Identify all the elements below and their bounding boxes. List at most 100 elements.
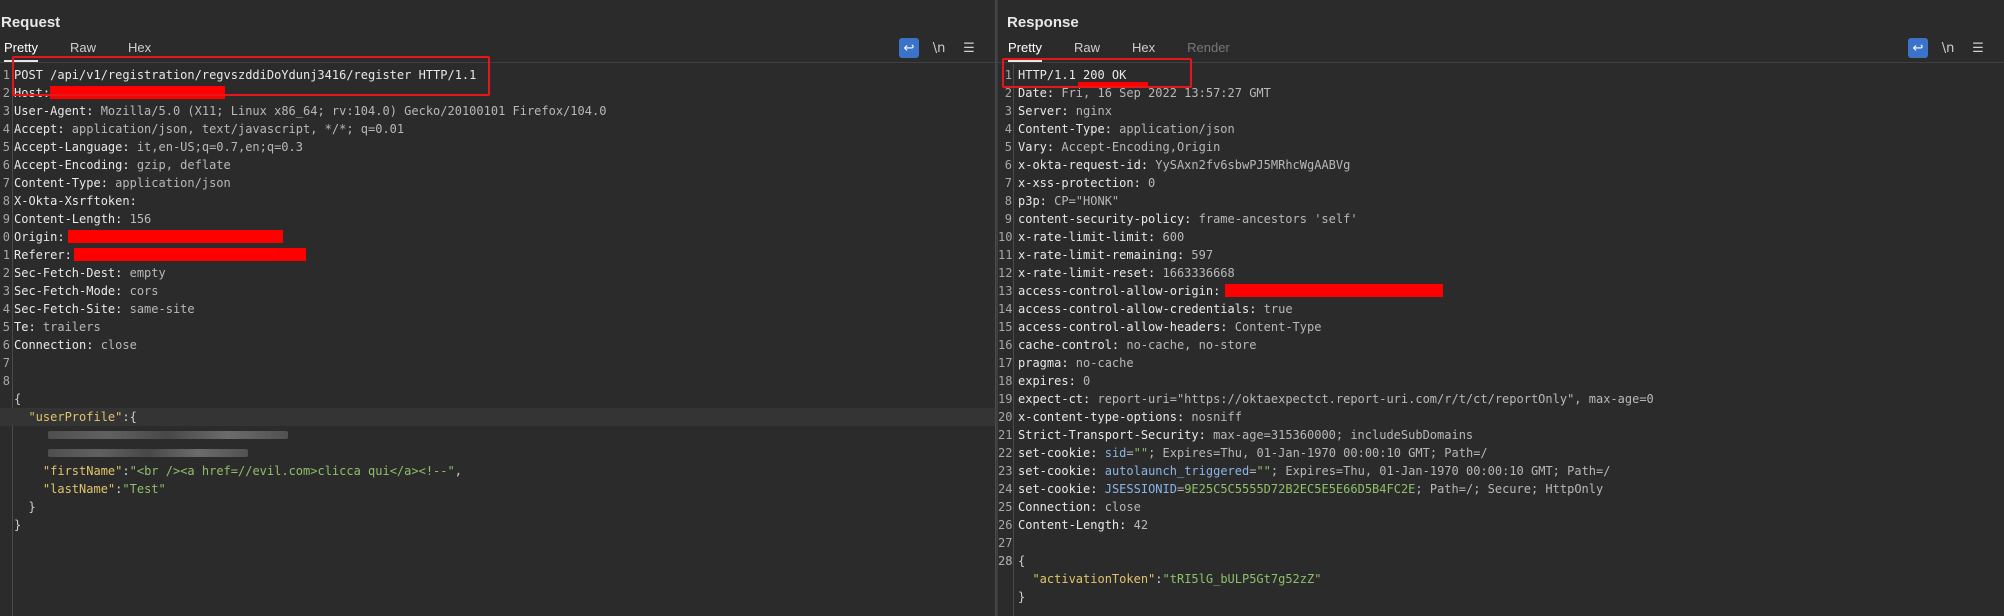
header-key: access-control-allow-origin: — [1018, 284, 1221, 298]
line-content: Connection: close — [1018, 498, 1141, 516]
code-line: 7 x-xss-protection: 0 — [998, 174, 2004, 192]
code-line: "userProfile":{ — [0, 408, 995, 426]
line-content: Accept-Encoding: gzip, deflate — [14, 156, 231, 174]
header-key: x-okta-request-id: — [1018, 158, 1149, 172]
menu-icon[interactable]: ☰ — [959, 38, 979, 58]
wrap-icon[interactable]: ↩ — [1908, 38, 1928, 58]
code-line: 8 X-Okta-Xsrftoken: — [0, 192, 995, 210]
header-value: 597 — [1184, 248, 1214, 262]
line-content: Vary: Accept-Encoding,Origin — [1018, 138, 1220, 156]
json-key: "userProfile" — [28, 410, 123, 424]
header-value: it,en-US;q=0.7,en;q=0.3 — [129, 140, 303, 154]
header-key: Sec-Fetch-Site: — [14, 302, 123, 316]
response-title: Response — [1007, 14, 1079, 31]
line-number: 24 — [998, 482, 1012, 496]
redaction — [68, 230, 283, 243]
header-value: nosniff — [1184, 410, 1242, 424]
header-key: Connection: — [14, 338, 94, 352]
line-number: 1 — [2, 248, 10, 262]
line-number: 22 — [998, 446, 1012, 460]
json-brace: } — [28, 500, 36, 514]
line-number: 20 — [998, 410, 1012, 424]
header-key: Accept: — [14, 122, 65, 136]
header-value: close — [1097, 500, 1141, 514]
code-line: 22 set-cookie: sid=""; Expires=Thu, 01-Ja… — [998, 444, 2004, 462]
line-content: "firstName":"<br /><a href=//evil.com>cl… — [42, 464, 462, 478]
header-value: application/json — [1111, 122, 1235, 136]
newline-toggle[interactable]: \n — [929, 38, 949, 58]
line-number: 15 — [998, 320, 1012, 334]
line-number: 14 — [998, 302, 1012, 316]
header-value: 0 — [1140, 176, 1156, 190]
header-key: X-Okta-Xsrftoken: — [14, 194, 137, 208]
header-value: 600 — [1155, 230, 1185, 244]
header-key: Content-Type: — [1018, 122, 1112, 136]
line-content: access-control-allow-origin: — [1018, 282, 1220, 300]
header-value: close — [93, 338, 137, 352]
header-value: Fri, 16 Sep 2022 13:57:27 GMT — [1054, 86, 1271, 100]
header-key: Date: — [1018, 86, 1055, 100]
header-value: CP="HONK" — [1046, 194, 1120, 208]
line-content: } — [14, 516, 21, 534]
newline-toggle[interactable]: \n — [1938, 38, 1958, 58]
code-line: { — [0, 390, 995, 408]
code-line: 27 — [998, 534, 2004, 552]
header-key: Vary: — [1018, 140, 1055, 154]
code-line: 9 content-security-policy: frame-ancestor… — [998, 210, 2004, 228]
line-number: 8 — [2, 374, 10, 388]
code-line: 7 — [0, 354, 995, 372]
redaction — [74, 248, 306, 261]
code-line: "activationToken":"tRI5lG_bULP5Gt7g52zZ" — [998, 570, 2004, 588]
response-toolbar: ↩ \n ☰ — [1908, 38, 1988, 58]
header-key: x-rate-limit-reset: — [1018, 266, 1156, 280]
code-line: 10 x-rate-limit-limit: 600 — [998, 228, 2004, 246]
header-value: frame-ancestors 'self' — [1191, 212, 1358, 226]
code-line: 19 expect-ct: report-uri="https://oktaexp… — [998, 390, 2004, 408]
header-key: set-cookie: — [1018, 446, 1098, 460]
code-line: 16 cache-control: no-cache, no-store — [998, 336, 2004, 354]
menu-icon[interactable]: ☰ — [1968, 38, 1988, 58]
header-key: pragma: — [1018, 356, 1069, 370]
request-title: Request — [1, 14, 61, 31]
header-key: Server: — [1018, 104, 1069, 118]
header-value: YySAxn2fv6sbwPJ5MRhcWgAABVg — [1148, 158, 1351, 172]
header-value: 1663336668 — [1155, 266, 1235, 280]
code-line: 28 { — [998, 552, 2004, 570]
header-key: access-control-allow-credentials: — [1018, 302, 1257, 316]
highlight-box — [12, 56, 490, 96]
line-content: set-cookie: sid=""; Expires=Thu, 01-Jan-… — [1018, 444, 1488, 462]
code-line: 3 Server: nginx — [998, 102, 2004, 120]
code-line: 9 Content-Length: 156 — [0, 210, 995, 228]
header-value: application/json, text/javascript, */*; … — [64, 122, 405, 136]
code-line: 11 x-rate-limit-remaining: 597 — [998, 246, 2004, 264]
line-number: 5 — [1004, 140, 1012, 154]
code-line: } — [0, 516, 995, 534]
header-key: cache-control: — [1018, 338, 1120, 352]
line-number: 23 — [998, 464, 1012, 478]
tab-render[interactable]: Render — [1187, 38, 1230, 62]
line-content: set-cookie: JSESSIONID=9E25C5C5555D72B2E… — [1018, 480, 1603, 498]
line-number: 27 — [998, 536, 1012, 550]
cookie-value: 9E25C5C5555D72B2EC5E5E66D5B4FC2E — [1184, 482, 1416, 496]
wrap-icon[interactable]: ↩ — [899, 38, 919, 58]
line-number: 8 — [1004, 194, 1012, 208]
code-line: 3 Sec-Fetch-Mode: cors — [0, 282, 995, 300]
line-content: Sec-Fetch-Dest: empty — [14, 264, 166, 282]
line-content: x-okta-request-id: YySAxn2fv6sbwPJ5MRhcW… — [1018, 156, 1350, 174]
code-line: 3 User-Agent: Mozilla/5.0 (X11; Linux x86… — [0, 102, 995, 120]
response-editor[interactable]: 1 HTTP/1.1 200 OK 2 Date: Fri, 16 Sep 2022 … — [998, 58, 2004, 616]
cookie-name: sid — [1104, 446, 1127, 460]
line-number: 3 — [2, 104, 10, 118]
line-content: } — [14, 498, 36, 516]
code-line: 13 access-control-allow-origin: — [998, 282, 2004, 300]
header-value: nginx — [1068, 104, 1112, 118]
response-pane: Response Pretty Raw Hex Render ↩ \n ☰ 1H… — [998, 0, 2004, 616]
code-line: 25 Connection: close — [998, 498, 2004, 516]
line-number: 18 — [998, 374, 1012, 388]
code-line: 5 Te: trailers — [0, 318, 995, 336]
header-value: Content-Type — [1227, 320, 1322, 334]
header-key: expect-ct: — [1018, 392, 1091, 406]
code-line: 2 Sec-Fetch-Dest: empty — [0, 264, 995, 282]
header-key: Strict-Transport-Security: — [1018, 428, 1206, 442]
request-editor[interactable]: 1 POST /api/v1/registration/regvszddiDoYd… — [0, 56, 995, 616]
